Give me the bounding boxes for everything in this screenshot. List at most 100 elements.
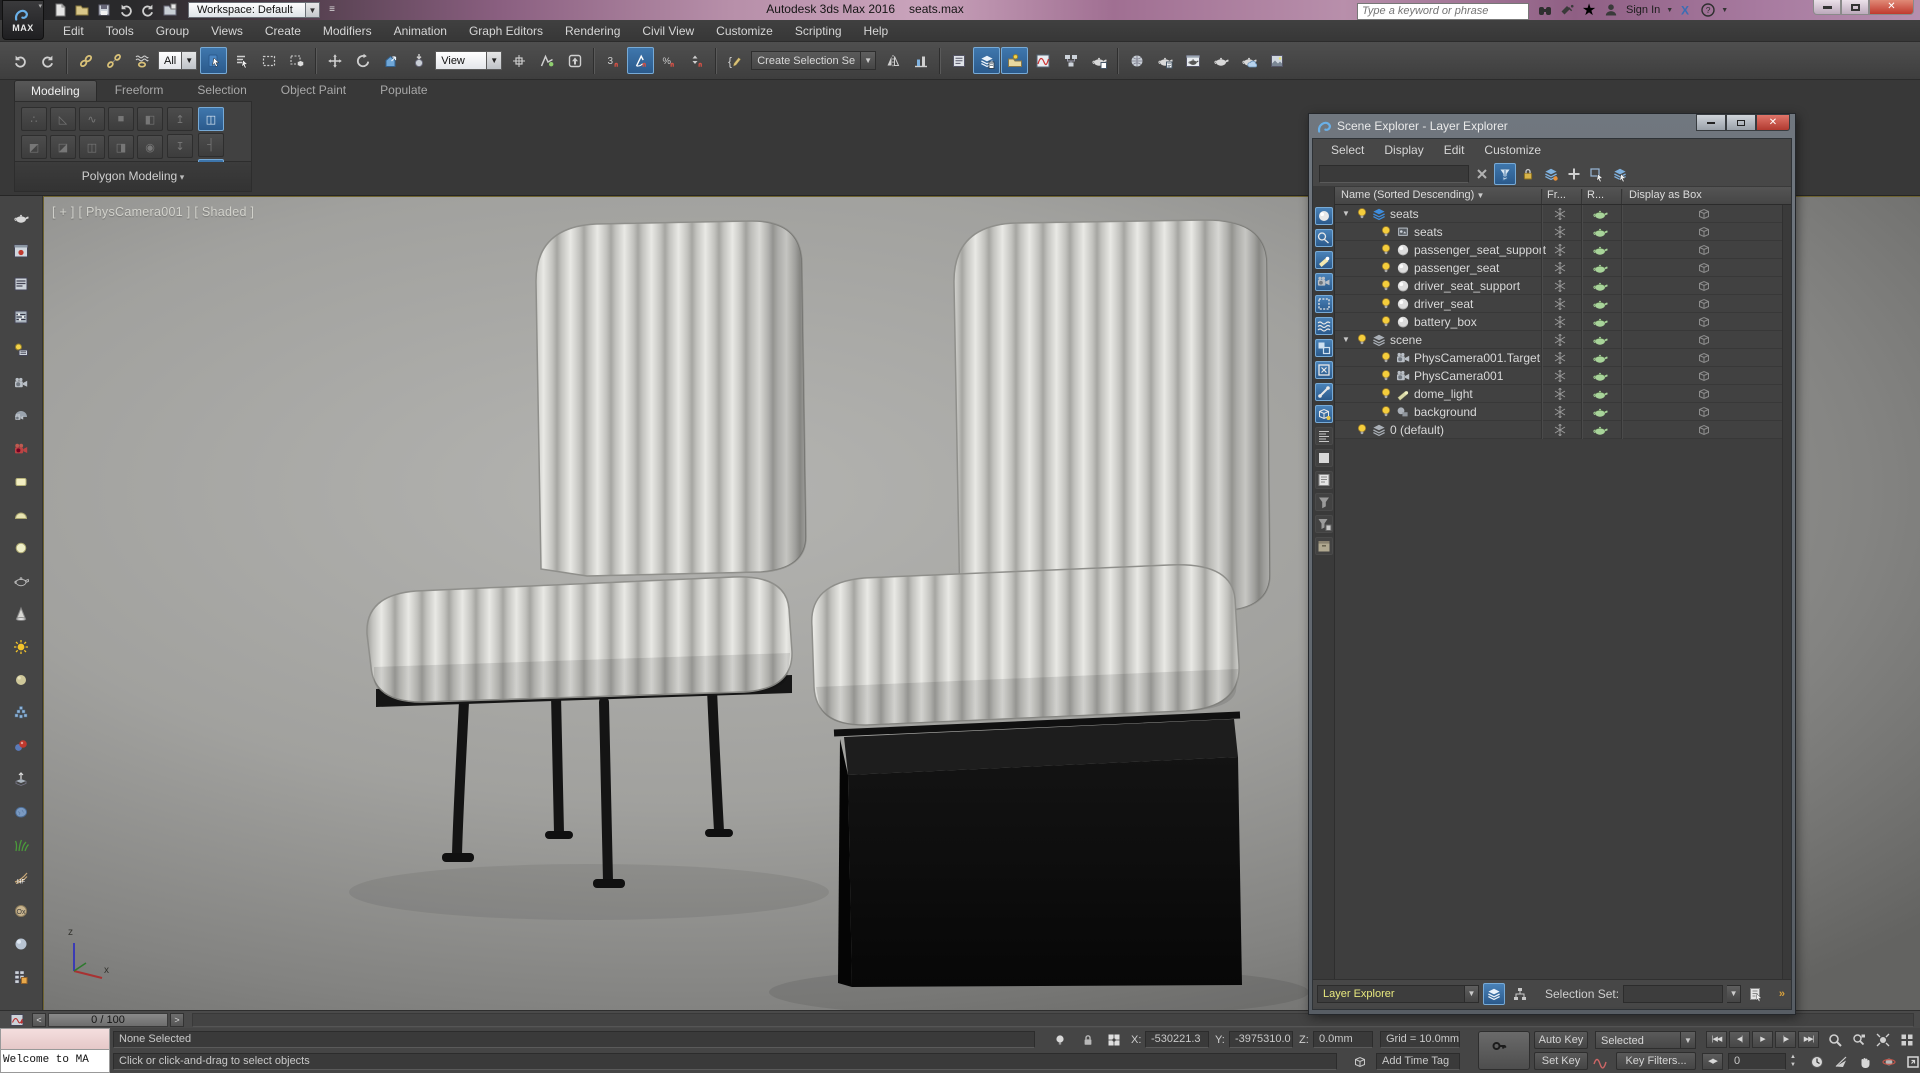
visibility-bulb-icon[interactable] xyxy=(1377,260,1394,276)
menu-item-edit[interactable]: Edit xyxy=(52,20,95,42)
preview-multi-button[interactable]: ◫ xyxy=(79,135,105,159)
absolute-mode-icon[interactable] xyxy=(1104,1031,1124,1049)
tab-modeling[interactable]: Modeling xyxy=(14,80,97,101)
exchange-icon[interactable]: X xyxy=(1677,2,1695,18)
wire-teapot-icon[interactable] xyxy=(6,567,36,595)
sx-menu-item-display[interactable]: Display xyxy=(1374,139,1433,161)
visibility-bulb-icon[interactable] xyxy=(1353,332,1370,348)
frozen-toggle-icon[interactable] xyxy=(1551,404,1569,420)
scene-explorer-titlebar[interactable]: Scene Explorer - Layer Explorer ✕ xyxy=(1312,114,1792,138)
renderable-toggle-icon[interactable] xyxy=(1591,350,1609,366)
workspace-selector[interactable]: Workspace: Default ▼ ≡ xyxy=(188,2,340,18)
frozen-toggle-icon[interactable] xyxy=(1551,350,1569,366)
visibility-bulb-icon[interactable] xyxy=(1353,206,1370,222)
renderable-toggle-icon[interactable] xyxy=(1591,224,1609,240)
row-label[interactable]: passenger_seat xyxy=(1414,261,1499,275)
film-camera-icon[interactable] xyxy=(6,369,36,397)
time-config-icon[interactable] xyxy=(1806,1053,1828,1071)
disc-light-icon[interactable] xyxy=(6,534,36,562)
display-as-box-icon[interactable] xyxy=(1695,278,1713,294)
isolate-selection-icon[interactable] xyxy=(1050,1031,1070,1049)
explorer-mode-dropdown[interactable]: Layer Explorer ▼ xyxy=(1317,984,1479,1003)
display-as-box-icon[interactable] xyxy=(1695,242,1713,258)
pick-parent-icon[interactable] xyxy=(1586,163,1608,185)
select-and-rotate-icon[interactable] xyxy=(349,47,376,74)
row-label[interactable]: PhysCamera001 xyxy=(1414,369,1503,383)
menu-item-civil-view[interactable]: Civil View xyxy=(631,20,705,42)
frozen-toggle-icon[interactable] xyxy=(1551,224,1569,240)
previous-frame-arrow[interactable]: < xyxy=(32,1012,46,1027)
select-by-name-icon[interactable] xyxy=(228,47,255,74)
frozen-toggle-icon[interactable] xyxy=(1551,260,1569,276)
zoom-icon[interactable] xyxy=(1824,1031,1846,1049)
frame-spinner[interactable]: ▲ ▼ xyxy=(1788,1053,1798,1070)
filter-list-icon[interactable] xyxy=(1314,493,1333,511)
grass-icon[interactable] xyxy=(6,831,36,859)
frozen-toggle-icon[interactable] xyxy=(1551,386,1569,402)
archive-icon[interactable] xyxy=(1314,537,1333,555)
vertex-mode-button[interactable]: ∴ xyxy=(21,107,47,131)
help-dropdown-icon[interactable]: ▼ xyxy=(1721,7,1728,14)
renderable-toggle-icon[interactable] xyxy=(1591,206,1609,222)
select-and-place-icon[interactable] xyxy=(405,47,432,74)
layer-row[interactable]: battery_box xyxy=(1335,313,1791,331)
visibility-bulb-icon[interactable] xyxy=(1377,296,1394,312)
frozen-toggle-icon[interactable] xyxy=(1551,278,1569,294)
layer-row[interactable]: passenger_seat_support xyxy=(1335,241,1791,259)
select-object-icon[interactable] xyxy=(200,47,228,74)
layer-mode-icon[interactable] xyxy=(1483,982,1505,1005)
display-helpers-icon[interactable] xyxy=(1314,295,1333,313)
pin-button[interactable]: ┤ xyxy=(198,133,224,157)
keyboard-override-icon[interactable] xyxy=(561,47,588,74)
ornatrix-icon[interactable]: Ox xyxy=(6,897,36,925)
layer-row[interactable]: 0 (default) xyxy=(1335,421,1791,439)
renderable-toggle-icon[interactable] xyxy=(1591,296,1609,312)
display-shapes-icon[interactable] xyxy=(1314,229,1333,247)
row-label[interactable]: driver_seat xyxy=(1414,297,1473,311)
display-xrefs-icon[interactable] xyxy=(1314,361,1333,379)
current-frame-field[interactable]: 0 xyxy=(1728,1053,1786,1070)
add-new-layer-icon[interactable] xyxy=(1563,163,1585,185)
selection-set-list-icon[interactable] xyxy=(1745,983,1767,1005)
visibility-bulb-icon[interactable] xyxy=(1377,404,1394,420)
minimize-button[interactable] xyxy=(1813,0,1841,15)
selection-set-dropdown-icon[interactable]: ▼ xyxy=(1727,984,1742,1003)
y-coordinate-field[interactable]: -3975310.0 xyxy=(1229,1031,1293,1048)
layer-row[interactable]: dome_light xyxy=(1335,385,1791,403)
curve-editor-icon[interactable] xyxy=(1029,47,1056,74)
prune-scene-icon[interactable] xyxy=(1540,163,1562,185)
mini-curve-editor-icon[interactable] xyxy=(4,1012,30,1028)
tab-populate[interactable]: Populate xyxy=(364,80,443,101)
exposure-control-icon[interactable] xyxy=(6,303,36,331)
column-frozen[interactable]: Fr... xyxy=(1547,189,1566,201)
mirror-icon[interactable] xyxy=(879,47,906,74)
render-cloud-icon[interactable] xyxy=(1235,47,1262,74)
renderable-toggle-icon[interactable] xyxy=(1591,404,1609,420)
workspace-dropdown-icon[interactable]: ▼ xyxy=(306,2,320,18)
column-display-as-box[interactable]: Display as Box xyxy=(1629,189,1702,201)
sx-menu-item-select[interactable]: Select xyxy=(1321,139,1374,161)
sx-menu-item-edit[interactable]: Edit xyxy=(1434,139,1475,161)
percent-snap-icon[interactable]: % xyxy=(655,47,682,74)
display-as-box-icon[interactable] xyxy=(1695,350,1713,366)
row-label[interactable]: dome_light xyxy=(1414,387,1473,401)
reference-coordinate-dropdown[interactable]: View ▼ xyxy=(435,51,503,70)
rock-icon[interactable] xyxy=(6,798,36,826)
sx-maximize-button[interactable] xyxy=(1726,114,1756,131)
select-children-icon[interactable] xyxy=(1609,163,1631,185)
layer-row[interactable]: seats xyxy=(1335,223,1791,241)
row-label[interactable]: seats xyxy=(1414,225,1443,239)
sign-in-dropdown-icon[interactable]: ▼ xyxy=(1666,7,1673,14)
display-as-box-icon[interactable] xyxy=(1695,404,1713,420)
display-spacewarps-icon[interactable] xyxy=(1314,317,1333,335)
layer-explorer-toggle-icon[interactable] xyxy=(1001,47,1029,74)
sx-search-field[interactable] xyxy=(1319,164,1469,183)
zoom-extents-all-icon[interactable] xyxy=(1896,1031,1918,1049)
maximize-button[interactable] xyxy=(1841,0,1869,15)
display-as-box-icon[interactable] xyxy=(1695,224,1713,240)
visibility-bulb-icon[interactable] xyxy=(1377,278,1394,294)
column-render[interactable]: R... xyxy=(1587,189,1604,201)
expand-triangle-icon[interactable]: ▼ xyxy=(1339,335,1353,344)
row-label[interactable]: passenger_seat_support xyxy=(1414,243,1546,257)
select-and-manipulate-icon[interactable] xyxy=(533,47,560,74)
